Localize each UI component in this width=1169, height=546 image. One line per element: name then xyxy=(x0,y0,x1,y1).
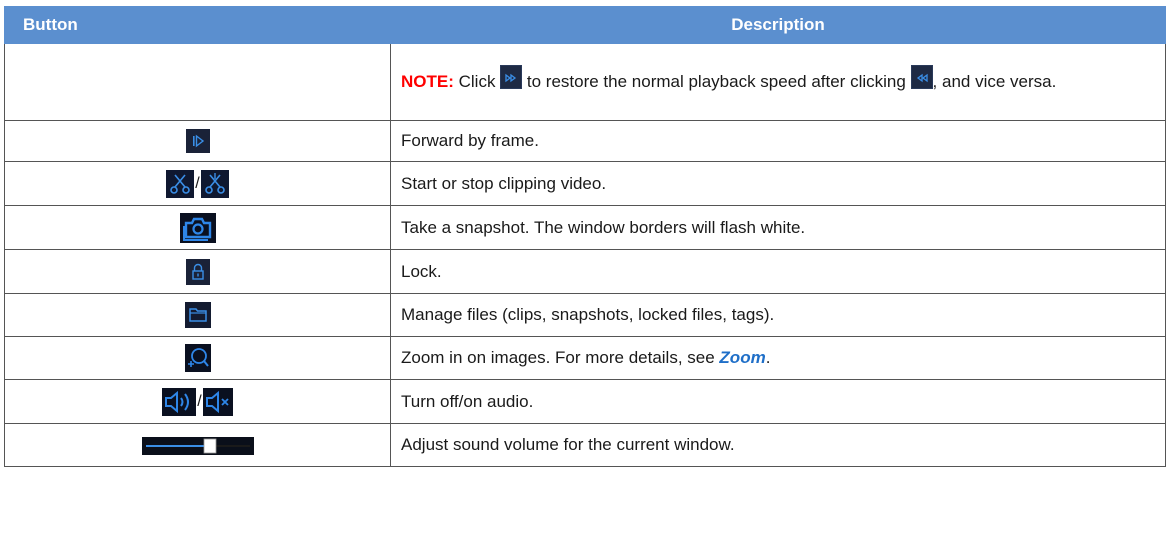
zoom-desc-suffix: . xyxy=(765,348,771,367)
description-cell: NOTE: Click to restore the normal playba… xyxy=(390,43,1166,121)
separator: / xyxy=(197,392,202,410)
note-label: NOTE: xyxy=(401,72,454,91)
description-cell: Lock. xyxy=(390,249,1166,294)
table-row: Manage files (clips, snapshots, locked f… xyxy=(4,293,1166,337)
table-row: Forward by frame. xyxy=(4,120,1166,162)
button-cell: / xyxy=(4,379,391,424)
speaker-on-icon[interactable] xyxy=(162,387,197,416)
button-cell xyxy=(4,423,391,467)
table-row: Zoom in on images. For more details, see… xyxy=(4,336,1166,380)
forward-frame-icon[interactable] xyxy=(185,129,210,153)
volume-slider-icon[interactable] xyxy=(141,436,254,455)
button-cell: / xyxy=(4,161,391,206)
lock-icon[interactable] xyxy=(185,258,210,285)
speaker-muted-icon[interactable] xyxy=(202,387,233,416)
button-description-table: Button Description NOTE: Click to restor… xyxy=(4,6,1166,467)
note-text-part: Click xyxy=(453,72,501,91)
header-button: Button xyxy=(4,6,391,44)
scissors-icon[interactable] xyxy=(166,169,195,198)
zoom-desc-text: Zoom in on images. For more details, see xyxy=(401,348,720,367)
header-description: Description xyxy=(390,6,1166,44)
table-header-row: Button Description xyxy=(4,6,1166,44)
table-row: / Turn off/on audio. xyxy=(4,379,1166,424)
description-cell: Start or stop clipping video. xyxy=(390,161,1166,206)
table-row: Lock. xyxy=(4,249,1166,294)
note-text-part: , and vice versa. xyxy=(932,72,1057,91)
separator: / xyxy=(195,174,200,192)
button-cell xyxy=(4,205,391,250)
button-cell xyxy=(4,249,391,294)
empty-button-cell xyxy=(4,43,391,121)
description-cell: Forward by frame. xyxy=(390,120,1166,162)
description-cell: Zoom in on images. For more details, see… xyxy=(390,336,1166,380)
table-row: NOTE: Click to restore the normal playba… xyxy=(4,43,1166,121)
note-text-part: to restore the normal playback speed aft… xyxy=(522,72,911,91)
note-text: NOTE: Click to restore the normal playba… xyxy=(401,64,1165,100)
table-row: Take a snapshot. The window borders will… xyxy=(4,205,1166,250)
button-cell xyxy=(4,120,391,162)
description-cell: Turn off/on audio. xyxy=(390,379,1166,424)
button-cell xyxy=(4,336,391,380)
table-row: / Start or stop clipping video. xyxy=(4,161,1166,206)
description-cell: Take a snapshot. The window borders will… xyxy=(390,205,1166,250)
description-cell: Adjust sound volume for the current wind… xyxy=(390,423,1166,467)
scissors-stop-icon[interactable] xyxy=(200,169,229,198)
zoom-link[interactable]: Zoom xyxy=(719,348,765,367)
table-row: Adjust sound volume for the current wind… xyxy=(4,423,1166,467)
rewind-icon xyxy=(910,65,933,89)
zoom-icon[interactable] xyxy=(184,344,211,372)
button-cell xyxy=(4,293,391,337)
camera-snapshot-icon[interactable] xyxy=(179,212,216,243)
folder-icon[interactable] xyxy=(184,302,211,328)
description-cell: Manage files (clips, snapshots, locked f… xyxy=(390,293,1166,337)
fast-forward-icon xyxy=(500,65,523,89)
